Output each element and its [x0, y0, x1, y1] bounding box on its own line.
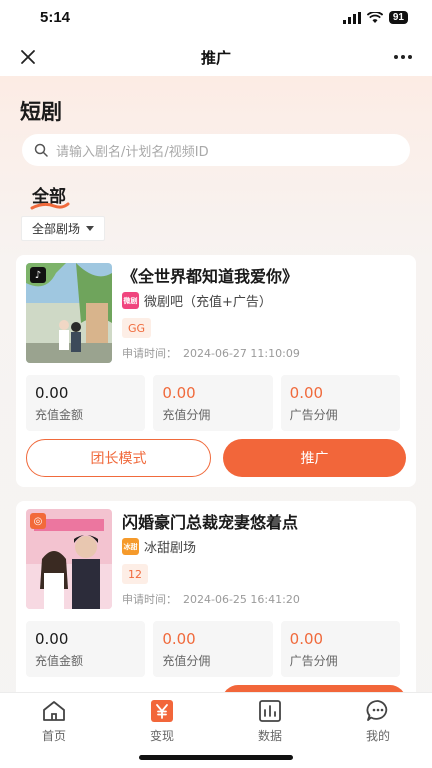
search-input[interactable]: 请输入剧名/计划名/视频ID: [22, 134, 410, 166]
more-icon[interactable]: [390, 46, 416, 68]
tab-label: 我的: [365, 729, 390, 743]
chat-icon: [366, 700, 388, 721]
search-icon: [34, 143, 48, 157]
stat-label: 充值金额: [35, 654, 84, 668]
stat-label: 充值分佣: [162, 408, 211, 422]
drama-title: 《全世界都知道我爱你》: [122, 267, 299, 286]
battery-indicator: 91: [388, 11, 408, 24]
stat-label: 广告分佣: [289, 408, 338, 422]
platform-logo-icon: 冰甜: [122, 538, 139, 555]
stat-label: 广告分佣: [289, 654, 338, 668]
status-bar: 5:14 91: [0, 0, 432, 38]
tab-label: 变现: [149, 729, 174, 743]
tab-home[interactable]: 首页: [19, 699, 89, 744]
search-placeholder: 请输入剧名/计划名/视频ID: [56, 144, 209, 160]
apply-time: 申请时间： 2024-06-25 16:41:20: [122, 591, 300, 607]
app-badge-icon: ◎: [30, 513, 46, 529]
wifi-icon: [366, 11, 383, 23]
tab-mine[interactable]: 我的: [343, 699, 413, 744]
platform-name: 冰甜剧场: [144, 541, 197, 556]
drama-title: 闪婚豪门总裁宠妻悠着点: [122, 513, 299, 532]
apply-time: 申请时间： 2024-06-27 11:10:09: [122, 345, 300, 361]
drama-card[interactable]: ♪ 《全世界都知道我爱你》 微剧 微剧吧（充值+广告） GG 申请时间： 2024…: [16, 255, 416, 487]
apply-time-label: 申请时间：: [122, 347, 177, 360]
tab-label: 首页: [41, 729, 66, 743]
tab-data[interactable]: 数据: [235, 699, 305, 744]
promote-button[interactable]: 推广: [223, 439, 406, 477]
stat-value: 0.00: [289, 384, 324, 402]
nav-bar: 推广: [0, 38, 432, 76]
home-indicator: [139, 755, 293, 760]
stat-ad-commission: 0.00 广告分佣: [280, 621, 400, 677]
signal-icon: [342, 11, 361, 24]
status-icons: 91: [342, 11, 408, 24]
drama-cover: ◎: [26, 509, 112, 609]
caret-down-icon: [86, 226, 95, 231]
status-time: 5:14: [40, 9, 71, 26]
stat-value: 0.00: [289, 630, 324, 648]
stat-value: 0.00: [162, 630, 196, 648]
apply-time-label: 申请时间：: [122, 593, 177, 606]
nav-title: 推广: [200, 49, 231, 67]
stat-recharge-commission: 0.00 充值分佣: [153, 621, 273, 677]
stat-recharge-commission: 0.00 充值分佣: [153, 375, 273, 431]
stat-recharge-amount: 0.00 充值金额: [26, 375, 146, 431]
stat-value: 0.00: [35, 384, 69, 402]
tab-underline: [30, 202, 70, 210]
stats-row: 0.00 充值金额 0.00 充值分佣 0.00 广告分佣: [26, 375, 400, 431]
yen-icon: [151, 700, 173, 722]
platform-name: 微剧吧（充值+广告）: [144, 295, 272, 310]
page-title: 短剧: [20, 100, 62, 124]
drama-cover: ♪: [26, 263, 112, 363]
tab-monetize[interactable]: 变现: [127, 699, 197, 744]
apply-time-value: 2024-06-25 16:41:20: [183, 593, 300, 606]
platform: 微剧 微剧吧（充值+广告）: [122, 291, 272, 310]
platform-logo-icon: 微剧: [122, 292, 139, 309]
card-actions: 团长模式 推广: [26, 439, 406, 477]
platform: 冰甜 冰甜剧场: [122, 537, 196, 556]
drama-tag: 12: [122, 564, 148, 584]
drama-card[interactable]: ◎ 闪婚豪门总裁宠妻悠着点 冰甜 冰甜剧场 12 申请时间： 2024-06-25…: [16, 501, 416, 701]
stat-label: 充值分佣: [162, 654, 211, 668]
home-icon: [43, 701, 65, 721]
filter-label: 全部剧场: [32, 222, 81, 236]
theater-filter-dropdown[interactable]: 全部剧场: [21, 216, 106, 241]
chart-icon: [259, 700, 281, 722]
stat-value: 0.00: [162, 384, 196, 402]
apply-time-value: 2024-06-27 11:10:09: [183, 347, 300, 360]
stat-recharge-amount: 0.00 充值金额: [26, 621, 146, 677]
tiktok-icon: ♪: [30, 267, 46, 283]
leader-mode-button[interactable]: 团长模式: [26, 439, 211, 477]
stat-label: 充值金额: [35, 408, 84, 422]
stat-value: 0.00: [35, 630, 69, 648]
stats-row: 0.00 充值金额 0.00 充值分佣 0.00 广告分佣: [26, 621, 400, 677]
stat-ad-commission: 0.00 广告分佣: [280, 375, 400, 431]
tab-label: 数据: [257, 729, 282, 743]
drama-tag: GG: [122, 318, 152, 338]
